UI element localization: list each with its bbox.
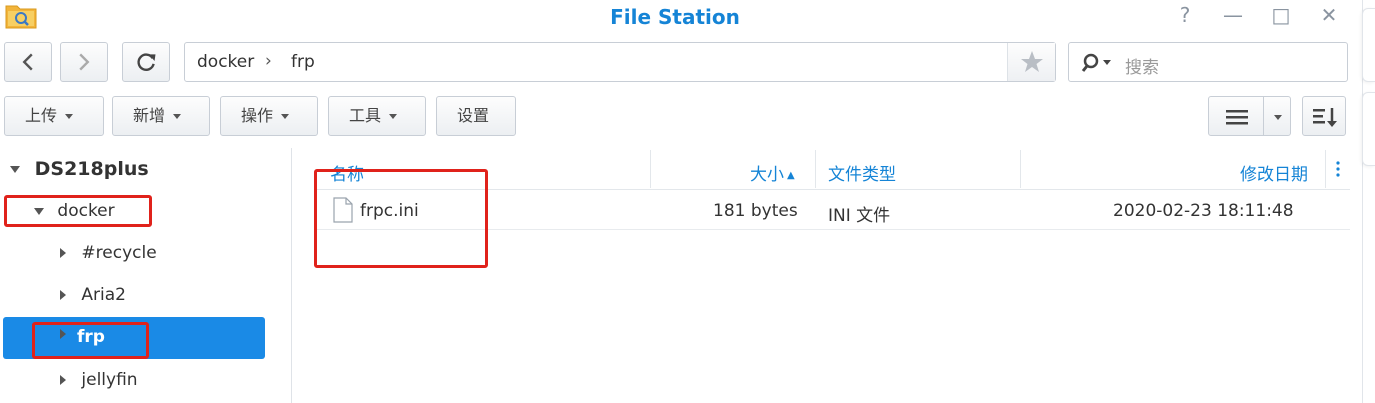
file-size: 181 bytes <box>713 201 798 221</box>
window-title: File Station <box>610 5 740 29</box>
breadcrumb-separator: › <box>265 51 272 71</box>
chevron-down-icon <box>281 114 290 119</box>
column-divider[interactable] <box>1020 150 1021 188</box>
collapse-arrow-icon[interactable] <box>60 375 66 385</box>
column-header-size[interactable]: 大小 ▲ <box>750 160 795 185</box>
file-type: INI 文件 <box>828 206 891 226</box>
sidebar-item-jellyfin[interactable]: jellyfin <box>60 370 138 403</box>
tools-label: 工具 <box>349 106 382 125</box>
adjacent-panel-edge <box>1362 8 1375 82</box>
column-divider[interactable] <box>650 150 651 188</box>
chevron-down-icon <box>173 114 182 119</box>
sidebar-item-recycle[interactable]: #recycle <box>60 243 157 283</box>
file-modified: 2020-02-23 18:11:48 <box>1113 201 1294 221</box>
tools-button[interactable]: 工具 <box>328 96 426 136</box>
highlight-box-file <box>314 169 488 268</box>
action-button[interactable]: 操作 <box>220 96 318 136</box>
column-header-size-label: 大小 <box>750 165 784 185</box>
new-button[interactable]: 新增 <box>112 96 210 136</box>
collapse-arrow-icon[interactable] <box>60 290 66 300</box>
column-header-type[interactable]: 文件类型 <box>828 160 896 185</box>
column-divider[interactable] <box>1325 150 1326 188</box>
settings-button[interactable]: 设置 <box>436 96 516 136</box>
upload-label: 上传 <box>25 106 58 125</box>
refresh-icon <box>137 53 156 71</box>
more-vertical-icon <box>1336 161 1340 177</box>
favorite-button[interactable] <box>1007 43 1055 81</box>
sort-button[interactable] <box>1302 96 1346 136</box>
list-view-icon <box>1226 110 1248 125</box>
view-mode-dropdown[interactable] <box>1263 96 1291 136</box>
forward-button[interactable] <box>60 42 108 82</box>
settings-label: 设置 <box>457 106 490 125</box>
sidebar-item-label: Aria2 <box>81 285 126 305</box>
column-divider[interactable] <box>815 150 816 188</box>
sort-ascending-icon: ▲ <box>787 169 795 181</box>
help-icon[interactable]: ? <box>1172 3 1198 29</box>
column-header-modified[interactable]: 修改日期 <box>1240 160 1308 185</box>
sidebar-item-label: jellyfin <box>81 370 138 390</box>
close-icon[interactable]: ✕ <box>1316 3 1342 29</box>
title-bar: File Station ? — □ ✕ <box>0 0 1360 34</box>
refresh-button[interactable] <box>122 42 170 82</box>
tree-root-label: DS218plus <box>34 158 149 180</box>
chevron-down-icon <box>1274 115 1282 120</box>
breadcrumb-docker[interactable]: docker <box>197 52 254 72</box>
chevron-down-icon <box>389 114 398 119</box>
sort-icon <box>1313 108 1337 127</box>
maximize-icon[interactable]: □ <box>1268 3 1294 29</box>
action-label: 操作 <box>241 106 274 125</box>
back-button[interactable] <box>4 42 52 82</box>
search-input[interactable]: 搜索 <box>1068 42 1348 82</box>
tree-root-ds218plus[interactable]: DS218plus <box>10 158 149 180</box>
highlight-box-docker <box>4 195 152 227</box>
column-options-button[interactable] <box>1330 158 1346 183</box>
expand-arrow-icon[interactable] <box>10 166 20 173</box>
minimize-icon[interactable]: — <box>1220 3 1246 29</box>
sidebar-divider <box>291 148 292 403</box>
breadcrumb-frp[interactable]: frp <box>291 52 315 72</box>
chevron-right-icon <box>79 53 90 71</box>
collapse-arrow-icon[interactable] <box>60 248 66 258</box>
sidebar-item-label: #recycle <box>81 243 157 263</box>
search-placeholder: 搜索 <box>1125 58 1159 78</box>
highlight-box-frp <box>32 322 149 359</box>
new-label: 新增 <box>133 106 166 125</box>
search-icon <box>1081 53 1111 72</box>
list-view-button[interactable] <box>1208 96 1264 136</box>
upload-button[interactable]: 上传 <box>4 96 104 136</box>
star-icon <box>1021 51 1043 72</box>
chevron-down-icon <box>65 114 74 119</box>
chevron-left-icon <box>22 53 33 71</box>
adjacent-panel-edge <box>1362 92 1375 166</box>
path-bar[interactable]: docker › frp <box>184 42 1056 82</box>
